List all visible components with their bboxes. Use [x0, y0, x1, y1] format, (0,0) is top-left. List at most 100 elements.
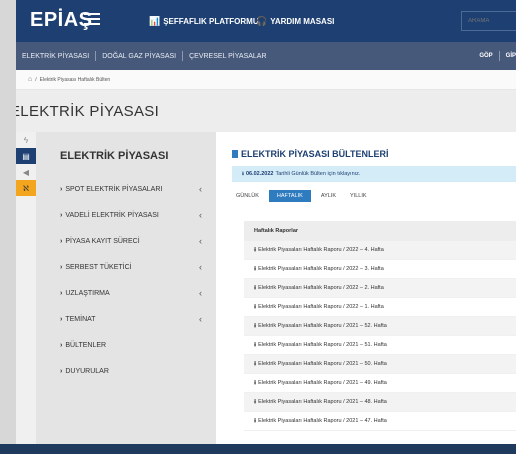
- table-row[interactable]: ⭳ Elektrik Piyasaları Haftalık Raporu / 2…: [244, 336, 516, 355]
- report-link[interactable]: Elektrik Piyasaları Haftalık Raporu / 20…: [258, 304, 384, 310]
- help-desk-link[interactable]: 🎧 YARDIM MASASI: [256, 16, 334, 27]
- daily-bulletin-alert[interactable]: ⭳ 06.02.2022 Tarihli Günlük Bülten için …: [232, 166, 516, 182]
- sidebar-item-label: SPOT ELEKTRİK PİYASALARI: [60, 186, 162, 193]
- window-bottom-edge: [0, 444, 516, 454]
- sidebar-item-label: DUYURULAR: [60, 368, 109, 375]
- search-input[interactable]: [461, 11, 516, 31]
- report-link[interactable]: Elektrik Piyasaları Haftalık Raporu / 20…: [258, 399, 387, 405]
- window-edge: [0, 0, 16, 454]
- table-row[interactable]: ⭳ Elektrik Piyasaları Haftalık Raporu / 2…: [244, 279, 516, 298]
- megaphone-icon[interactable]: ◀: [16, 164, 36, 180]
- report-link[interactable]: Elektrik Piyasaları Haftalık Raporu / 20…: [258, 323, 387, 329]
- sidebar-item-settlement[interactable]: UZLAŞTIRMA ‹: [60, 280, 210, 306]
- download-icon: ⭳: [254, 361, 257, 367]
- section-title-text: ELEKTRİK PİYASASI BÜLTENLERİ: [241, 149, 389, 159]
- alert-text: Tarihli Günlük Bülten için tıklayınız.: [275, 171, 361, 177]
- chevron-left-icon: ‹: [199, 314, 202, 324]
- table-row[interactable]: ⭳ Elektrik Piyasaları Haftalık Raporu / 2…: [244, 298, 516, 317]
- table-row[interactable]: ⭳ Elektrik Piyasaları Haftalık Raporu / 2…: [244, 355, 516, 374]
- sidebar-menu: SPOT ELEKTRİK PİYASALARI ‹ VADELİ ELEKTR…: [60, 176, 210, 384]
- sidebar-item-futures-market[interactable]: VADELİ ELEKTRİK PİYASASI ‹: [60, 202, 210, 228]
- nav-divider: [498, 51, 500, 61]
- top-header: EPİAŞ 📊 ŞEFFAFLIK PLATFORMU 🎧 YARDIM MAS…: [16, 0, 516, 42]
- sidebar-item-collateral[interactable]: TEMİNAT ‹: [60, 306, 210, 332]
- report-link[interactable]: Elektrik Piyasaları Haftalık Raporu / 20…: [258, 361, 387, 367]
- download-icon: ⭳: [254, 304, 257, 310]
- table-row[interactable]: ⭳ Elektrik Piyasaları Haftalık Raporu / 2…: [244, 260, 516, 279]
- download-icon: ⭳: [254, 418, 257, 424]
- weekly-reports-table: Haftalık Raporlar ⭳ Elektrik Piyasaları H…: [244, 221, 516, 431]
- nav-item-gip[interactable]: GİP: [506, 53, 516, 59]
- transparency-platform-link[interactable]: 📊 ŞEFFAFLIK PLATFORMU: [149, 16, 259, 27]
- sidebar-item-label: BÜLTENLER: [60, 342, 106, 349]
- page-title: ELEKTRİK PİYASASI: [10, 103, 160, 120]
- nav-item-electricity[interactable]: ELEKTRİK PİYASASI: [16, 53, 95, 60]
- nav-item-natural-gas[interactable]: DOĞAL GAZ PİYASASI: [96, 53, 182, 60]
- report-link[interactable]: Elektrik Piyasaları Haftalık Raporu / 20…: [258, 380, 387, 386]
- download-icon: ⭳: [254, 380, 257, 386]
- chevron-left-icon: ‹: [199, 236, 202, 246]
- transparency-platform-label: ŞEFFAFLIK PLATFORMU: [163, 17, 259, 26]
- report-link[interactable]: Elektrik Piyasaları Haftalık Raporu / 20…: [258, 266, 384, 272]
- page: EPİAŞ 📊 ŞEFFAFLIK PLATFORMU 🎧 YARDIM MAS…: [0, 0, 516, 454]
- sidebar-item-label: PİYASA KAYIT SÜRECİ: [60, 238, 139, 245]
- chevron-left-icon: ‹: [199, 288, 202, 298]
- document-icon[interactable]: ▤: [16, 148, 36, 164]
- sidebar-item-label: SERBEST TÜKETİCİ: [60, 264, 131, 271]
- breadcrumb-current: Elektrik Piyasası Haftalık Bülten: [39, 76, 111, 83]
- download-icon: ⭳: [254, 399, 257, 405]
- sidebar: ELEKTRİK PİYASASI SPOT ELEKTRİK PİYASALA…: [36, 132, 216, 444]
- tab-yearly[interactable]: YILLIK: [346, 190, 371, 202]
- nav-item-environmental[interactable]: ÇEVRESEL PİYASALAR: [183, 53, 272, 60]
- download-icon: ⭳: [254, 247, 257, 253]
- sidebar-item-registration[interactable]: PİYASA KAYIT SÜRECİ ‹: [60, 228, 210, 254]
- sidebar-item-label: UZLAŞTIRMA: [60, 290, 109, 297]
- table-row[interactable]: ⭳ Elektrik Piyasaları Haftalık Raporu / 2…: [244, 241, 516, 260]
- help-desk-label: YARDIM MASASI: [270, 17, 335, 26]
- main-content: ELEKTRİK PİYASASI BÜLTENLERİ ⭳ 06.02.202…: [216, 132, 516, 444]
- sidebar-item-spot-markets[interactable]: SPOT ELEKTRİK PİYASALARI ‹: [60, 176, 210, 202]
- table-header: Haftalık Raporlar: [244, 221, 516, 241]
- breadcrumb: ⌂ / Elektrik Piyasası Haftalık Bülten: [16, 70, 516, 90]
- download-icon: ⭳: [242, 170, 244, 177]
- tab-weekly[interactable]: HAFTALIK: [268, 190, 311, 202]
- download-icon: ⭳: [254, 285, 257, 291]
- title-band: ELEKTRİK PİYASASI: [10, 90, 516, 132]
- report-link[interactable]: Elektrik Piyasaları Haftalık Raporu / 20…: [258, 247, 384, 253]
- download-icon: ⭳: [254, 342, 257, 348]
- sidebar-item-label: TEMİNAT: [60, 316, 95, 323]
- icon-rail: ϟ ▤ ◀ ℵ: [16, 132, 36, 444]
- sidebar-title: ELEKTRİK PİYASASI: [60, 150, 169, 162]
- sidebar-item-announcements[interactable]: DUYURULAR: [60, 358, 210, 384]
- chevron-left-icon: ‹: [199, 210, 202, 220]
- tab-monthly[interactable]: AYLIK: [317, 190, 340, 202]
- report-link[interactable]: Elektrik Piyasaları Haftalık Raporu / 20…: [258, 285, 384, 291]
- download-icon: ⭳: [254, 323, 257, 329]
- lightning-icon[interactable]: ϟ: [16, 132, 36, 148]
- home-icon[interactable]: ⌂: [28, 76, 32, 83]
- breadcrumb-separator: /: [35, 76, 37, 83]
- table-row[interactable]: ⭳ Elektrik Piyasaları Haftalık Raporu / 2…: [244, 393, 516, 412]
- headset-icon: 🎧: [256, 16, 268, 26]
- chevron-left-icon: ‹: [199, 184, 202, 194]
- sidebar-item-eligible-consumer[interactable]: SERBEST TÜKETİCİ ‹: [60, 254, 210, 280]
- hamburger-menu-icon[interactable]: [84, 13, 100, 25]
- chart-icon: 📊: [149, 16, 161, 26]
- table-row[interactable]: ⭳ Elektrik Piyasaları Haftalık Raporu / 2…: [244, 412, 516, 431]
- report-link[interactable]: Elektrik Piyasaları Haftalık Raporu / 20…: [258, 342, 387, 348]
- nav-right-group: GÖP GİP: [479, 42, 516, 70]
- section-title: ELEKTRİK PİYASASI BÜLTENLERİ: [232, 149, 389, 159]
- nav-item-gop[interactable]: GÖP: [479, 53, 492, 59]
- report-link[interactable]: Elektrik Piyasaları Haftalık Raporu / 20…: [258, 418, 387, 424]
- document-icon: [232, 150, 238, 158]
- table-row[interactable]: ⭳ Elektrik Piyasaları Haftalık Raporu / 2…: [244, 374, 516, 393]
- sidebar-item-label: VADELİ ELEKTRİK PİYASASI: [60, 212, 159, 219]
- tab-daily[interactable]: GÜNLÜK: [232, 190, 263, 202]
- table-row[interactable]: ⭳ Elektrik Piyasaları Haftalık Raporu / 2…: [244, 317, 516, 336]
- period-tabs: GÜNLÜK HAFTALIK AYLIK YILLIK: [232, 190, 371, 202]
- chevron-left-icon: ‹: [199, 262, 202, 272]
- download-icon: ⭳: [254, 266, 257, 272]
- rss-icon[interactable]: ℵ: [16, 180, 36, 196]
- alert-date: 06.02.2022: [245, 171, 274, 177]
- sidebar-item-bulletins[interactable]: BÜLTENLER: [60, 332, 210, 358]
